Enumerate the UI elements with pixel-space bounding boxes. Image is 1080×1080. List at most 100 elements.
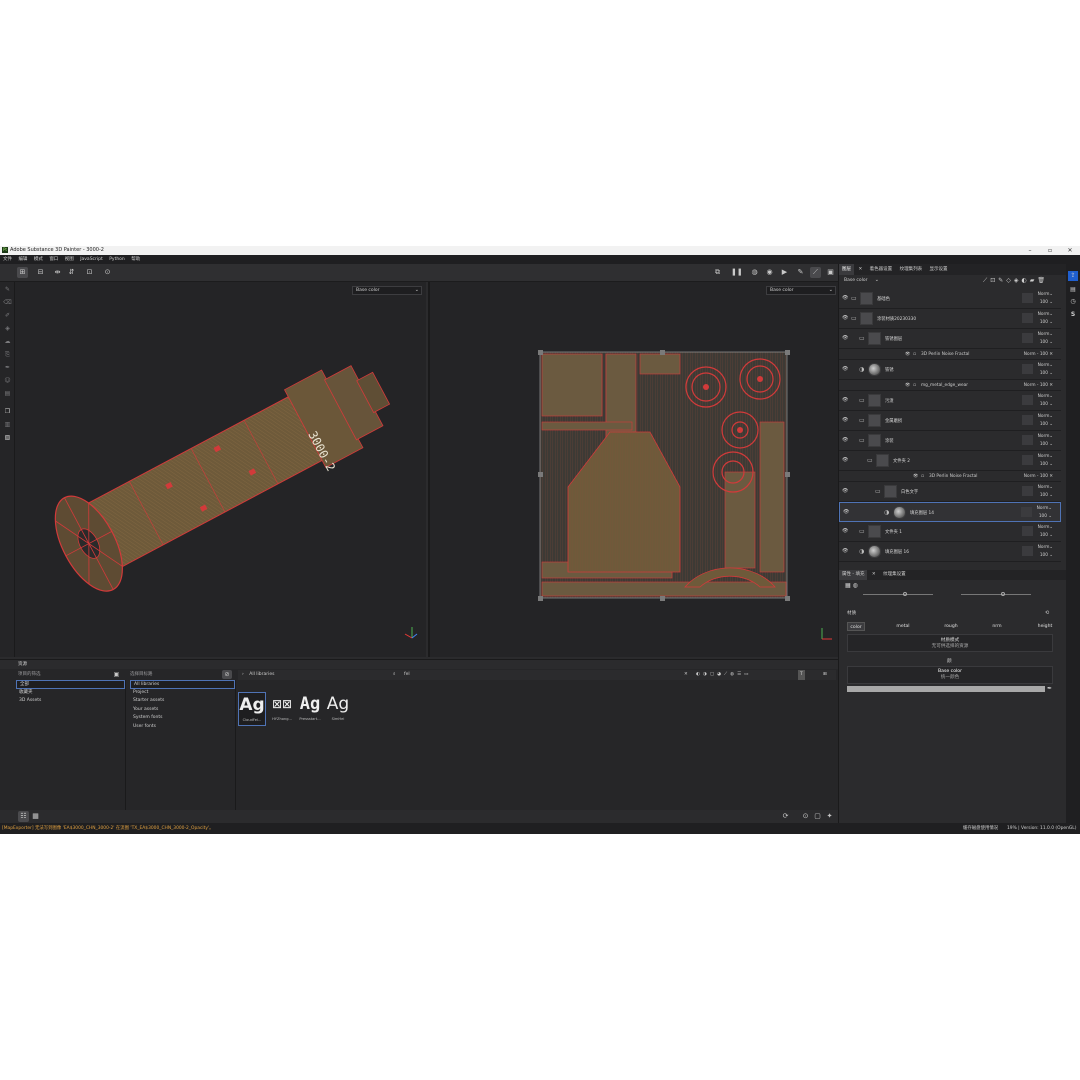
layout-grid-icon[interactable]: ⊞ [17,267,28,278]
viewport-2d[interactable]: Base color ⌄ [428,282,838,657]
layer-mask-slot[interactable] [1022,455,1033,465]
layer-mask-slot[interactable] [1022,313,1033,323]
projection-tool-icon[interactable]: ✐ [3,311,12,320]
layer-blend-opacity[interactable]: Norm⌄ 100 ⌄ [1038,544,1053,560]
layer-blend-opacity[interactable]: Norm⌄ 100 ⌄ [1038,433,1053,449]
hide-icon[interactable]: ⊘ [222,670,232,679]
screen-icon[interactable]: ⧉ [712,267,723,278]
layer-mask-slot[interactable] [1022,546,1033,556]
layer-mask-slot[interactable] [1022,333,1033,343]
globe-icon[interactable]: ◍ [749,267,760,278]
layer-row[interactable]: 👁 ▭ 涂装材质20230330 Norm⌄ 100 ⌄ [839,309,1061,329]
channel-metal-button[interactable]: metal [891,622,915,631]
layer-blend-opacity[interactable]: Norm⌄ 100 ⌄ [1038,331,1053,347]
document-icon[interactable]: ▧ [3,433,12,442]
symmetry-icon[interactable]: ⇹ [52,267,63,278]
visibility-eye-icon[interactable]: 👁 [842,335,848,341]
substance-logo-icon[interactable]: S [1068,310,1078,320]
channel-height-button[interactable]: height [1033,622,1057,631]
visibility-eye-icon[interactable]: 👁 [842,366,848,372]
layer-blend-opacity[interactable]: Norm⌄ 100 ⌄ [1038,393,1053,409]
visibility-eye-icon[interactable]: 👁 [842,295,848,301]
screenshot-icon[interactable]: ▣ [825,267,836,278]
menu-item-edit[interactable]: 编辑 [18,255,27,264]
tab-texture-set-settings[interactable]: 纹理集设置 [880,570,909,580]
layer-blend-opacity[interactable]: Norm⌄ 100 ⌄ [1038,413,1053,429]
eraser-tool-icon[interactable]: ⌫ [3,298,12,307]
layer-row[interactable]: 👁 ▭ 金属磨损 Norm⌄ 100 ⌄ [839,411,1061,431]
visibility-eye-icon[interactable]: 👁 [913,471,918,482]
slider-track[interactable] [961,594,1031,595]
search-input[interactable]: fel [404,670,410,680]
layer-row[interactable]: 👁 ▭ 白色文字 Norm⌄ 100 ⌄ [839,482,1061,502]
visibility-eye-icon[interactable]: 👁 [842,437,848,443]
clone-tool-icon[interactable]: ⎘ [3,350,12,359]
clear-search-icon[interactable]: ✕ [684,670,688,680]
document-panel-icon[interactable]: ▤ [1068,285,1078,295]
close-tab-icon[interactable]: ✕ [855,264,865,275]
channel-nrm-button[interactable]: nrm [987,622,1007,631]
font-tile[interactable]: Ag Pressstart... [296,692,324,726]
align-icon[interactable]: ⇵ [66,267,77,278]
visibility-eye-icon[interactable]: 👁 [842,417,848,423]
brush-settings-icon[interactable]: ✎ [795,267,806,278]
visibility-eye-icon[interactable]: 👁 [842,457,848,463]
new-folder-icon[interactable]: ▢ [812,811,823,822]
layer-channel-select[interactable]: Base color ⌄ [841,277,881,286]
close-properties-icon[interactable]: ✕ [869,570,879,580]
menu-item-window[interactable]: 窗口 [49,255,58,264]
layer-row[interactable]: 👁 ▭ 污渍 Norm⌄ 100 ⌄ [839,391,1061,411]
layer-mask-slot[interactable] [1022,293,1033,303]
font-tile[interactable]: Ag CloudFei... [238,692,266,726]
import-icon[interactable]: ⊙ [800,811,811,822]
smudge-tool-icon[interactable]: ☁ [3,337,12,346]
camera-reset-icon[interactable]: ⊙ [102,267,113,278]
viewport-3d[interactable]: Base color ⌄ 3000-2 [15,282,426,657]
layer-blend-opacity[interactable]: Norm⌄ 100 ⌄ [1037,505,1052,521]
visibility-eye-icon[interactable]: 👁 [842,488,848,494]
grid-view-icon[interactable]: ⊞ [823,670,827,680]
bake-icon[interactable]: ▤ [3,389,12,398]
fill-mode-icons[interactable]: ▦ ◍ [845,582,858,589]
layer-effect-row[interactable]: 👁 ▫ mg_metal_edge_wear Norm - 100 ✕ [839,380,1061,391]
color-picker-icon[interactable]: ✒ [1047,685,1052,692]
tab-display-settings[interactable]: 显示设置 [927,264,951,275]
visibility-eye-icon[interactable]: 👁 [842,528,848,534]
material-mode-box[interactable]: 材质模式 无可供选择的资源 [847,634,1053,652]
maximize-icon[interactable]: ▫ [1042,246,1058,255]
layer-mask-slot[interactable] [1022,395,1033,405]
layer-mask-slot[interactable] [1022,415,1033,425]
filter-item-all[interactable]: 全部 [16,680,125,689]
effect-blend[interactable]: Norm - 100 ✕ [1024,380,1053,391]
list-view-icon[interactable]: ☷ [18,811,29,822]
font-filter-icon[interactable]: T [798,670,805,680]
slider-handle[interactable] [903,592,907,596]
tab-properties-fill[interactable]: 属性 - 填充 [839,570,868,580]
visibility-eye-icon[interactable]: 👁 [905,380,910,391]
layer-row[interactable]: 👁 ◑ 填充图层 14 Norm⌄ 100 ⌄ [839,502,1061,522]
library-item-all[interactable]: All libraries [130,680,235,689]
material-reset-icon[interactable]: ⟲ [1045,610,1049,616]
menu-item-javascript[interactable]: JavaScript [80,255,103,264]
layer-row[interactable]: 👁 ◑ 铁锈 Norm⌄ 100 ⌄ [839,360,1061,380]
font-tile[interactable]: Ag SimHei [324,692,352,726]
picker-tool-icon[interactable]: ✒ [3,363,12,372]
viewport-2d-channel-select[interactable]: Base color ⌄ [766,286,836,295]
library-item-your-assets[interactable]: Your assets [130,706,235,715]
visibility-eye-icon[interactable]: 👁 [842,315,848,321]
color-swatch[interactable] [847,686,1045,692]
add-icon[interactable]: ✦ [824,811,835,822]
menu-item-python[interactable]: Python [109,255,125,264]
paint-brush-icon[interactable]: ⟋ [810,267,821,278]
font-tile[interactable]: ⊠⊠ HYZhong... [268,692,296,726]
layer-blend-opacity[interactable]: Norm⌄ 100 ⌄ [1038,453,1053,469]
visibility-eye-icon[interactable]: 👁 [905,349,910,360]
layers-panel-icon[interactable]: ❐ [3,407,12,416]
layer-mask-slot[interactable] [1022,526,1033,536]
layer-blend-opacity[interactable]: Norm⌄ 100 ⌄ [1038,291,1053,307]
layer-blend-opacity[interactable]: Norm⌄ 100 ⌄ [1038,311,1053,327]
layer-blend-opacity[interactable]: Norm⌄ 100 ⌄ [1038,524,1053,540]
visibility-eye-icon[interactable]: 👁 [842,397,848,403]
shelf-icon[interactable]: ▥ [3,420,12,429]
channel-rough-button[interactable]: rough [939,622,963,631]
